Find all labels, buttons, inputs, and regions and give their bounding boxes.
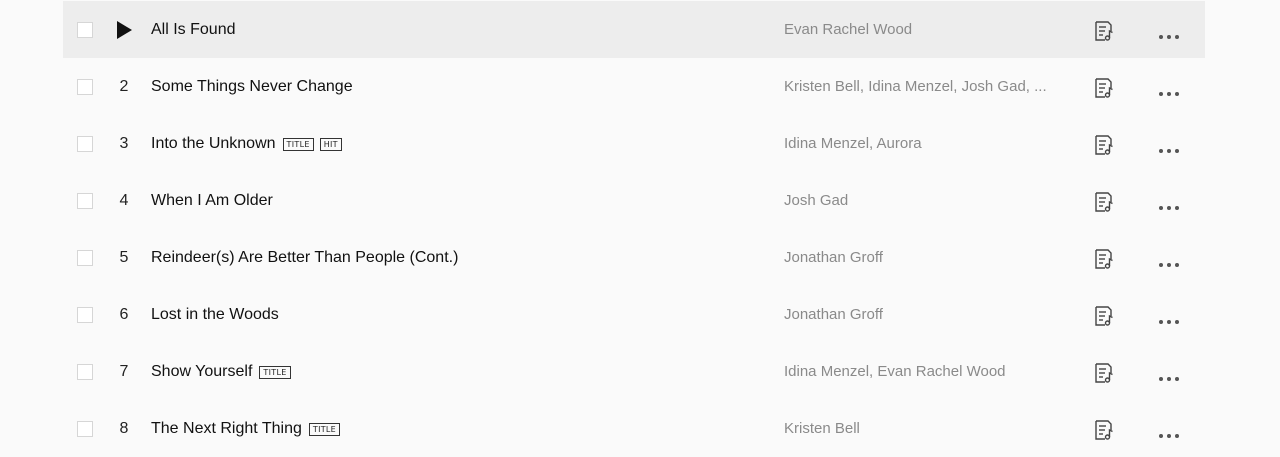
track-title-cell: Lost in the Woods bbox=[151, 306, 279, 324]
track-title[interactable]: All Is Found bbox=[151, 21, 235, 39]
more-options-icon[interactable] bbox=[1158, 426, 1180, 438]
track-artist[interactable]: Josh Gad bbox=[784, 192, 1049, 209]
more-options-icon[interactable] bbox=[1158, 27, 1180, 39]
track-row[interactable]: 7 Show Yourself TITLE Idina Menzel, Evan Ra… bbox=[63, 343, 1205, 400]
track-checkbox[interactable] bbox=[77, 306, 93, 323]
track-title[interactable]: Lost in the Woods bbox=[151, 306, 279, 324]
track-checkbox[interactable] bbox=[77, 21, 93, 38]
lyrics-icon[interactable] bbox=[1093, 419, 1115, 441]
track-title[interactable]: When I Am Older bbox=[151, 192, 273, 210]
lyrics-icon[interactable] bbox=[1093, 77, 1115, 99]
more-options-icon[interactable] bbox=[1158, 84, 1180, 96]
track-title-cell: Show Yourself TITLE bbox=[151, 363, 291, 381]
track-badge: TITLE bbox=[259, 366, 291, 379]
track-number: 8 bbox=[119, 419, 129, 437]
more-options-icon[interactable] bbox=[1158, 369, 1180, 381]
track-artist[interactable]: Jonathan Groff bbox=[784, 306, 1049, 323]
track-title-cell: The Next Right Thing TITLE bbox=[151, 420, 341, 438]
track-badge: TITLE bbox=[308, 423, 341, 436]
more-options-icon[interactable] bbox=[1158, 312, 1180, 324]
track-badge: TITLE bbox=[282, 138, 314, 151]
lyrics-icon[interactable] bbox=[1093, 20, 1115, 42]
track-row[interactable]: 6 Lost in the Woods Jonathan Groff bbox=[63, 286, 1205, 343]
track-title-cell: Reindeer(s) Are Better Than People (Cont… bbox=[151, 249, 458, 267]
track-checkbox[interactable] bbox=[77, 420, 93, 437]
track-number: 5 bbox=[119, 248, 129, 266]
lyrics-icon[interactable] bbox=[1093, 248, 1115, 270]
track-row[interactable]: 2 Some Things Never Change Kristen Bell, I… bbox=[63, 58, 1205, 115]
track-checkbox[interactable] bbox=[77, 363, 93, 380]
track-artist[interactable]: Idina Menzel, Evan Rachel Wood bbox=[784, 363, 1049, 380]
track-badge: HIT bbox=[319, 138, 342, 151]
more-options-icon[interactable] bbox=[1158, 198, 1180, 210]
track-artist[interactable]: Idina Menzel, Aurora bbox=[784, 135, 1049, 152]
track-title-cell: Into the Unknown TITLE HIT bbox=[151, 135, 342, 153]
track-checkbox[interactable] bbox=[77, 192, 93, 209]
play-icon[interactable] bbox=[117, 21, 132, 39]
track-number: 3 bbox=[119, 134, 129, 152]
track-checkbox[interactable] bbox=[77, 249, 93, 266]
lyrics-icon[interactable] bbox=[1093, 362, 1115, 384]
track-title[interactable]: The Next Right Thing bbox=[151, 420, 302, 438]
more-options-icon[interactable] bbox=[1158, 255, 1180, 267]
track-number: 2 bbox=[119, 77, 129, 95]
track-number: 4 bbox=[119, 191, 129, 209]
track-checkbox[interactable] bbox=[77, 135, 93, 152]
track-title-cell: All Is Found bbox=[151, 21, 235, 39]
track-title[interactable]: Into the Unknown bbox=[151, 135, 276, 153]
track-row[interactable]: 5 Reindeer(s) Are Better Than People (Con… bbox=[63, 229, 1205, 286]
track-title-cell: When I Am Older bbox=[151, 192, 273, 210]
track-artist[interactable]: Kristen Bell bbox=[784, 420, 1049, 437]
lyrics-icon[interactable] bbox=[1093, 305, 1115, 327]
track-row[interactable]: 4 When I Am Older Josh Gad bbox=[63, 172, 1205, 229]
track-row[interactable]: 8 The Next Right Thing TITLE Kristen Bell bbox=[63, 400, 1205, 457]
track-row[interactable]: 3 Into the Unknown TITLE HIT Idina Menzel, A… bbox=[63, 115, 1205, 172]
track-number: 7 bbox=[119, 362, 129, 380]
track-artist[interactable]: Kristen Bell, Idina Menzel, Josh Gad, ..… bbox=[784, 78, 1049, 95]
track-checkbox[interactable] bbox=[77, 78, 93, 95]
track-title[interactable]: Some Things Never Change bbox=[151, 78, 353, 96]
track-row[interactable]: All Is Found Evan Rachel Wood bbox=[63, 1, 1205, 58]
track-title-cell: Some Things Never Change bbox=[151, 78, 353, 96]
track-artist[interactable]: Jonathan Groff bbox=[784, 249, 1049, 266]
track-title[interactable]: Reindeer(s) Are Better Than People (Cont… bbox=[151, 249, 458, 267]
tracklist: All Is Found Evan Rachel Wood 2 Some Things… bbox=[63, 1, 1205, 457]
lyrics-icon[interactable] bbox=[1093, 191, 1115, 213]
more-options-icon[interactable] bbox=[1158, 141, 1180, 153]
lyrics-icon[interactable] bbox=[1093, 134, 1115, 156]
track-artist[interactable]: Evan Rachel Wood bbox=[784, 21, 1049, 38]
track-title[interactable]: Show Yourself bbox=[151, 363, 252, 381]
track-number: 6 bbox=[119, 305, 129, 323]
